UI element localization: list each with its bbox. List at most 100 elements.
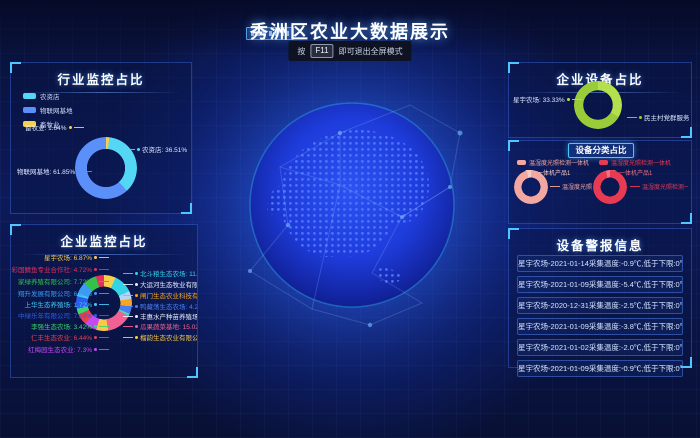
chart-label: 中绿乐年有限公司: 7.29% (13, 311, 109, 319)
label-dot (135, 294, 138, 297)
panel-title: 行业监控占比 (11, 63, 191, 88)
chart-label: 物联网基地: 61.85% (17, 167, 92, 175)
legend-swatch (599, 160, 608, 165)
label-line (99, 257, 109, 258)
label-text: 中绿乐年有限公司: 7.29% (18, 310, 92, 320)
label-text: 畜牧业: 1.64% (25, 122, 67, 132)
legend-item[interactable]: 农资店 (23, 91, 73, 101)
chart-label: 榴韵生态农业有限公司: 6.87% (123, 333, 197, 341)
panel-title: 设备分类占比 (568, 143, 634, 158)
hint-prefix: 按 (297, 46, 305, 57)
panel-device-alarm: 设备警报信息 星宇农场-2021-01-14采集温度:-0.9℃,低于下限:0℃… (508, 228, 692, 368)
labels-left: 星宇农场: 6.87% 彩国鲭鱼专业合作社: 4.72% 家绿养殖有限公司: 7… (13, 225, 111, 377)
alarm-row: 星宇农场-2021-01-09采集温度:-3.8℃,低于下限:0℃ (517, 318, 683, 335)
label-dot (94, 268, 97, 271)
label-text: 丰惠水产种苗养殖场: 1. (140, 312, 197, 320)
fullscreen-hint: 按 F11 即可退出全屏模式 (288, 41, 411, 61)
legend-label: 一体机产品1 (619, 168, 652, 177)
label-text: 闸门生态农业科技有限公 (140, 291, 197, 299)
chart-label: 温湿度光照检测一... (630, 182, 688, 191)
label-line (99, 293, 109, 294)
header: 秀洲区农业大数据展示 按 F11 即可退出全屏模式 (0, 0, 700, 58)
chart-label: 上华生态养殖场: 1.72% (13, 300, 109, 308)
label-text: 仁丰生态农业: 6.44% (31, 332, 92, 342)
label-line (99, 337, 109, 338)
label-line (572, 99, 582, 100)
chart-label: 家绿养殖有限公司: 7.72% (13, 277, 109, 285)
label-dot (77, 170, 80, 173)
label-line (82, 171, 92, 172)
label-text: 温湿度光照检测一... (562, 182, 592, 191)
label-line (99, 315, 109, 316)
label-dot (94, 256, 97, 259)
label-dot (94, 325, 97, 328)
label-dot (135, 283, 138, 286)
chart-label: 翔升发展有限公司: 6.87% (13, 289, 109, 297)
label-line (123, 337, 133, 338)
f11-key: F11 (310, 44, 333, 58)
label-dot (94, 292, 97, 295)
label-line (74, 127, 84, 128)
hint-suffix: 即可退出全屏模式 (339, 46, 403, 57)
legend-item[interactable]: 温湿度光照检测一体机 (599, 158, 671, 167)
alarm-row: 星宇农场-2021-01-14采集温度:-0.9℃,低于下限:0℃ (517, 255, 683, 272)
label-line (123, 295, 133, 296)
label-text: 家绿养殖有限公司: 7.72% (18, 276, 92, 286)
legend-swatch (517, 160, 526, 165)
globe-icon (222, 75, 482, 335)
label-text: 星宇农场: 6.87% (44, 252, 92, 262)
legend-label: 物联网基地 (40, 105, 73, 115)
chart-label: 李强生态农场: 3.42% (13, 322, 109, 330)
legend-item[interactable]: 温湿度光照检测一体机 (517, 158, 589, 167)
alarm-row: 星宇农场-2020-12-31采集温度:-2.5℃,低于下限:0℃ (517, 297, 683, 314)
label-line (99, 349, 109, 350)
panel-title: 设备警报信息 (509, 229, 691, 254)
alarm-row: 星宇农场-2021-01-09采集温度:-0.9℃,低于下限:0℃ (517, 360, 683, 377)
label-line (99, 326, 109, 327)
label-text: 北斗粮生态农场: 11.16% (140, 269, 197, 277)
chart-label: 瓜果蔬菜基地: 15.02% (123, 322, 197, 330)
legend-label: 农资店 (40, 91, 60, 101)
labels-right: 北斗粮生态农场: 11.16% 大运河生态牧业有限责任公 闸门生态农业科技有限公… (123, 225, 197, 377)
chart-label: 丰惠水产种苗养殖场: 1. (123, 312, 197, 320)
label-text: 红梅园生态农业: 7.3% (28, 344, 92, 354)
label-dot (639, 116, 642, 119)
enterprise-device-donut-chart[interactable] (574, 81, 622, 129)
panel-enterprise-device: 企业设备占比 星宇农场: 33.33% 民主村党群服务中心: (508, 62, 692, 138)
device-category-donut-chart-2[interactable] (593, 170, 627, 204)
label-dot (94, 336, 97, 339)
chart-label: 彩国鲭鱼专业合作社: 4.72% (13, 265, 109, 273)
label-text: 翔升发展有限公司: 6.87% (18, 288, 92, 298)
label-dot (94, 303, 97, 306)
legend-item[interactable]: 物联网基地 (23, 105, 73, 115)
label-dot (69, 126, 72, 129)
legend-label: 温湿度光照检测一体机 (529, 158, 589, 167)
label-text: 民主村党群服务中心: (644, 113, 689, 121)
dashboard: 秀洲区农业大数据展示 按 F11 即可退出全屏模式 行业监控占比 农资店 物联网… (0, 0, 700, 438)
chart-label: 仁丰生态农业: 6.44% (13, 333, 109, 341)
panel-industry-monitor: 行业监控占比 农资店 物联网基地 畜牧业 畜牧业: 1.64% 农资店: 36.… (10, 62, 192, 214)
label-line (99, 269, 109, 270)
chart-label: 民主村党群服务中心: (627, 113, 689, 121)
legend-swatch (23, 93, 36, 99)
label-line (550, 186, 560, 187)
label-line (99, 304, 109, 305)
label-dot (94, 280, 97, 283)
chart-label: 闸门生态农业科技有限公 (123, 291, 197, 299)
alarm-list: 星宇农场-2021-01-14采集温度:-0.9℃,低于下限:0℃ 星宇农场-2… (517, 255, 683, 381)
label-line (630, 186, 640, 187)
alarm-row: 星宇农场-2021-01-02采集温度:-2.0℃,低于下限:0℃ (517, 339, 683, 356)
label-dot (137, 148, 140, 151)
chart-label: 鸭藏荡生态农场: 4.29 (123, 302, 197, 310)
label-dot (135, 336, 138, 339)
chart-label: 温湿度光照检测一... (550, 182, 592, 191)
label-text: 李强生态农场: 3.42% (31, 321, 92, 331)
label-dot (135, 325, 138, 328)
label-dot (94, 348, 97, 351)
label-line (123, 284, 133, 285)
chart-label: 北斗粮生态农场: 11.16% (123, 269, 197, 277)
label-text: 鸭藏荡生态农场: 4.29 (140, 302, 197, 310)
device-category-donut-chart-1[interactable] (514, 170, 548, 204)
chart-label: 红梅园生态农业: 7.3% (13, 345, 109, 353)
label-text: 彩国鲭鱼专业合作社: 4.72% (11, 264, 92, 274)
